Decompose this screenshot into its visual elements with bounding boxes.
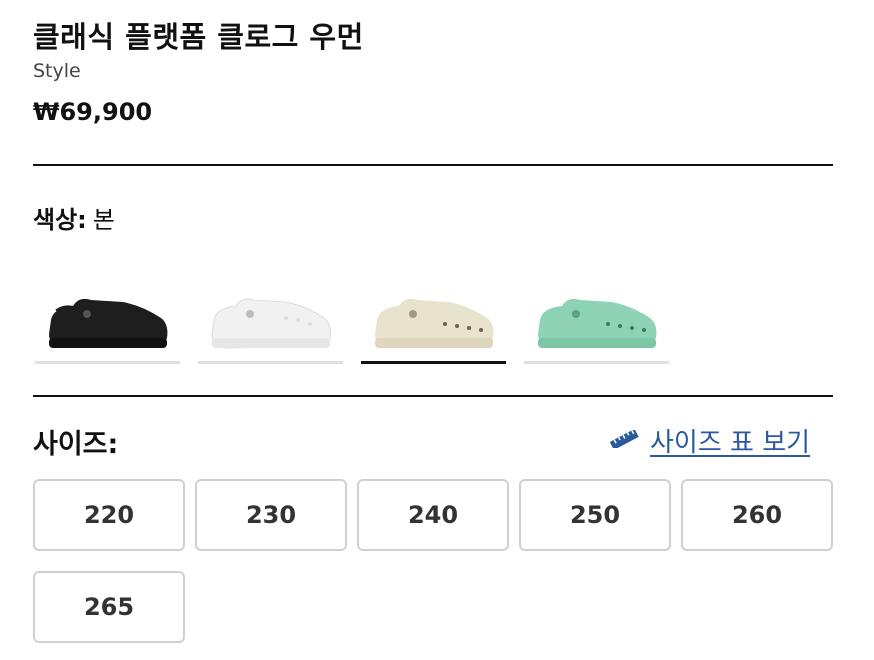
size-chart-link[interactable]: 사이즈 표 보기	[608, 422, 810, 459]
size-option-230[interactable]: 230	[195, 479, 347, 551]
clog-white-image	[211, 298, 331, 349]
swatch-bar	[35, 361, 180, 364]
divider	[33, 395, 833, 397]
color-label: 색상:	[33, 206, 87, 234]
clog-jade-image	[538, 298, 657, 348]
product-title: 클래식 플랫폼 클로그 우먼	[33, 20, 364, 54]
size-option-220[interactable]: 220	[33, 479, 185, 551]
clog-black-image	[49, 298, 168, 348]
swatch-jade[interactable]	[524, 280, 669, 364]
swatch-bar	[524, 361, 669, 364]
ruler-icon	[608, 428, 640, 452]
size-chart-link-text: 사이즈 표 보기	[650, 428, 811, 458]
swatch-white[interactable]	[198, 280, 343, 364]
size-option-265[interactable]: 265	[33, 571, 185, 643]
size-option-260[interactable]: 260	[681, 479, 833, 551]
product-price: ₩69,900	[33, 98, 153, 126]
swatch-black[interactable]	[35, 280, 180, 364]
size-option-250[interactable]: 250	[519, 479, 671, 551]
size-label: 사이즈:	[33, 429, 119, 460]
divider	[33, 164, 833, 166]
swatch-bar-selected	[361, 361, 506, 364]
style-label: Style	[33, 60, 81, 82]
color-swatches	[35, 280, 835, 370]
swatch-bar	[198, 361, 343, 364]
size-option-240[interactable]: 240	[357, 479, 509, 551]
clog-bone-image	[375, 298, 494, 348]
color-row: 색상: 본	[33, 200, 115, 235]
selected-color-value: 본	[92, 206, 115, 234]
swatch-bone[interactable]	[361, 280, 506, 364]
